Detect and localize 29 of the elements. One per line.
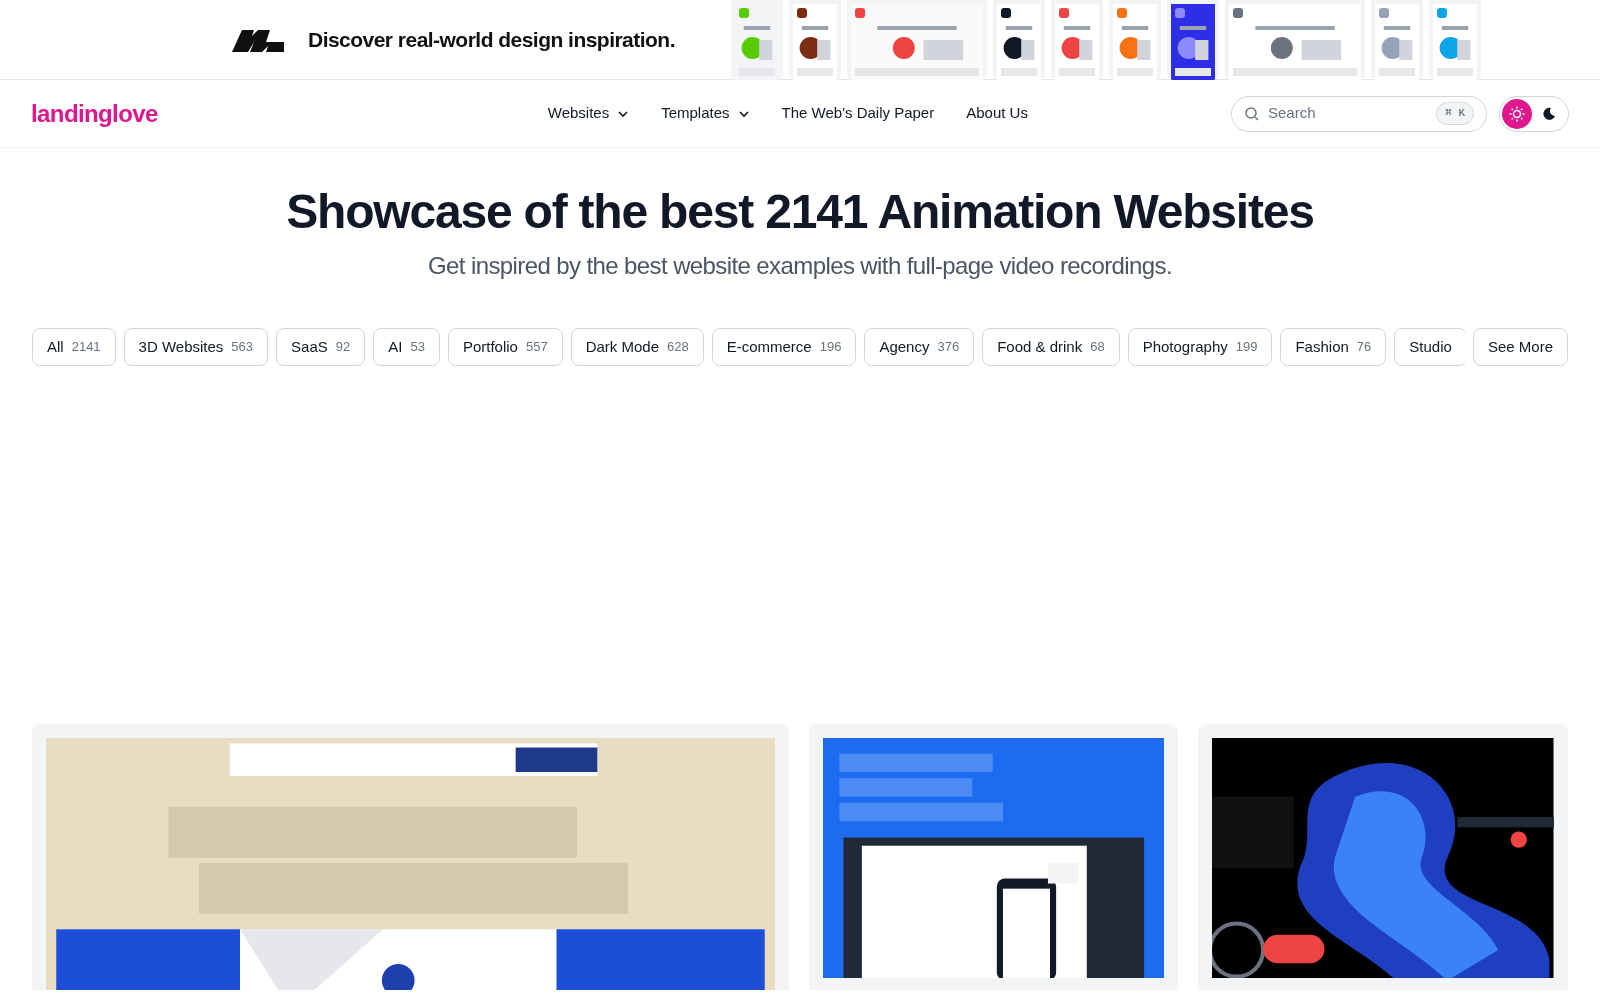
nav-link[interactable]: Templates bbox=[661, 102, 750, 125]
category-chip[interactable]: Photography 199 bbox=[1127, 328, 1273, 366]
category-chip[interactable]: Dark Mode 628 bbox=[570, 328, 704, 366]
category-chip[interactable]: SaaS 92 bbox=[276, 328, 366, 366]
logo-icon bbox=[232, 27, 284, 52]
category-chip[interactable]: Fashion 76 bbox=[1280, 328, 1387, 366]
moon-icon bbox=[1542, 106, 1556, 121]
nav-link[interactable]: Websites bbox=[547, 102, 630, 125]
category-chip[interactable]: Agency 376 bbox=[864, 328, 975, 366]
search-input[interactable]: Search bbox=[1268, 102, 1429, 125]
shortcut-key: ⌘ K bbox=[1436, 102, 1474, 125]
sun-icon bbox=[1509, 105, 1525, 122]
website-card[interactable] bbox=[808, 724, 1179, 990]
page-subtitle: Get inspired by the best website examples with full-page video recordings. bbox=[428, 251, 1172, 281]
website-card[interactable] bbox=[1198, 724, 1568, 990]
nav-link[interactable]: About Us bbox=[966, 102, 1028, 125]
see-more-button[interactable]: See More bbox=[1472, 328, 1568, 366]
page-title: Showcase of the best 2141 Animation Websites bbox=[286, 184, 1314, 240]
category-chip[interactable]: Food & drink 68 bbox=[982, 328, 1120, 366]
site-logo[interactable]: landinglove bbox=[31, 95, 158, 132]
nav-link[interactable]: The Web's Daily Paper bbox=[781, 102, 935, 125]
category-chip[interactable]: All 2141 bbox=[32, 328, 116, 366]
category-chip[interactable]: Portfolio 557 bbox=[447, 328, 563, 366]
category-chip[interactable]: AI 53 bbox=[373, 328, 440, 366]
light-mode-button[interactable] bbox=[1502, 98, 1532, 129]
category-chip[interactable]: E-commerce 196 bbox=[711, 328, 857, 366]
category-chip[interactable]: 3D Websites 563 bbox=[123, 328, 269, 366]
search-icon bbox=[1244, 105, 1260, 122]
banner-text[interactable]: Discover real-world design inspiration. bbox=[308, 23, 675, 56]
